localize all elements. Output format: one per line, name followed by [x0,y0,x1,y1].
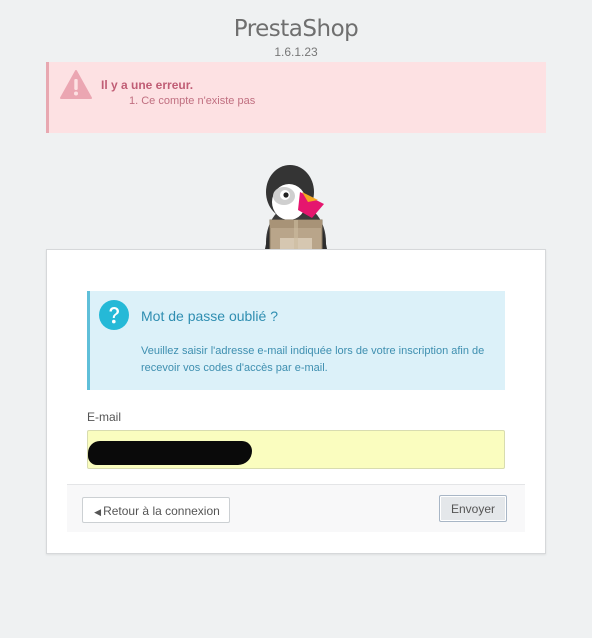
forgot-password-title: Mot de passe oublié ? [141,308,278,324]
forgot-password-panel: Mot de passe oublié ? Veuillez saisir l'… [46,249,546,554]
redacted-email-mark [88,441,252,465]
error-title: Il y a une erreur. [101,78,194,92]
back-to-login-button[interactable]: ◀ Retour à la connexion [82,497,230,523]
brand-logo: PrestaShop [233,16,359,42]
back-to-login-label: Retour à la connexion [103,504,220,518]
forgot-password-info: Mot de passe oublié ? Veuillez saisir l'… [87,291,505,390]
error-alert: Il y a une erreur. 1. Ce compte n'existe… [46,62,546,133]
warning-triangle-icon [60,70,92,99]
forgot-password-instructions: Veuillez saisir l'adresse e-mail indiqué… [141,345,485,374]
panel-footer: ◀ Retour à la connexion Envoyer [67,484,525,532]
error-item: 1. Ce compte n'existe pas [129,95,256,107]
version-label: 1.6.1.23 [274,45,318,59]
caret-left-icon: ◀ [94,507,102,517]
email-label: E-mail [87,410,122,424]
question-circle-icon [99,300,129,330]
send-button[interactable]: Envoyer [439,495,507,522]
